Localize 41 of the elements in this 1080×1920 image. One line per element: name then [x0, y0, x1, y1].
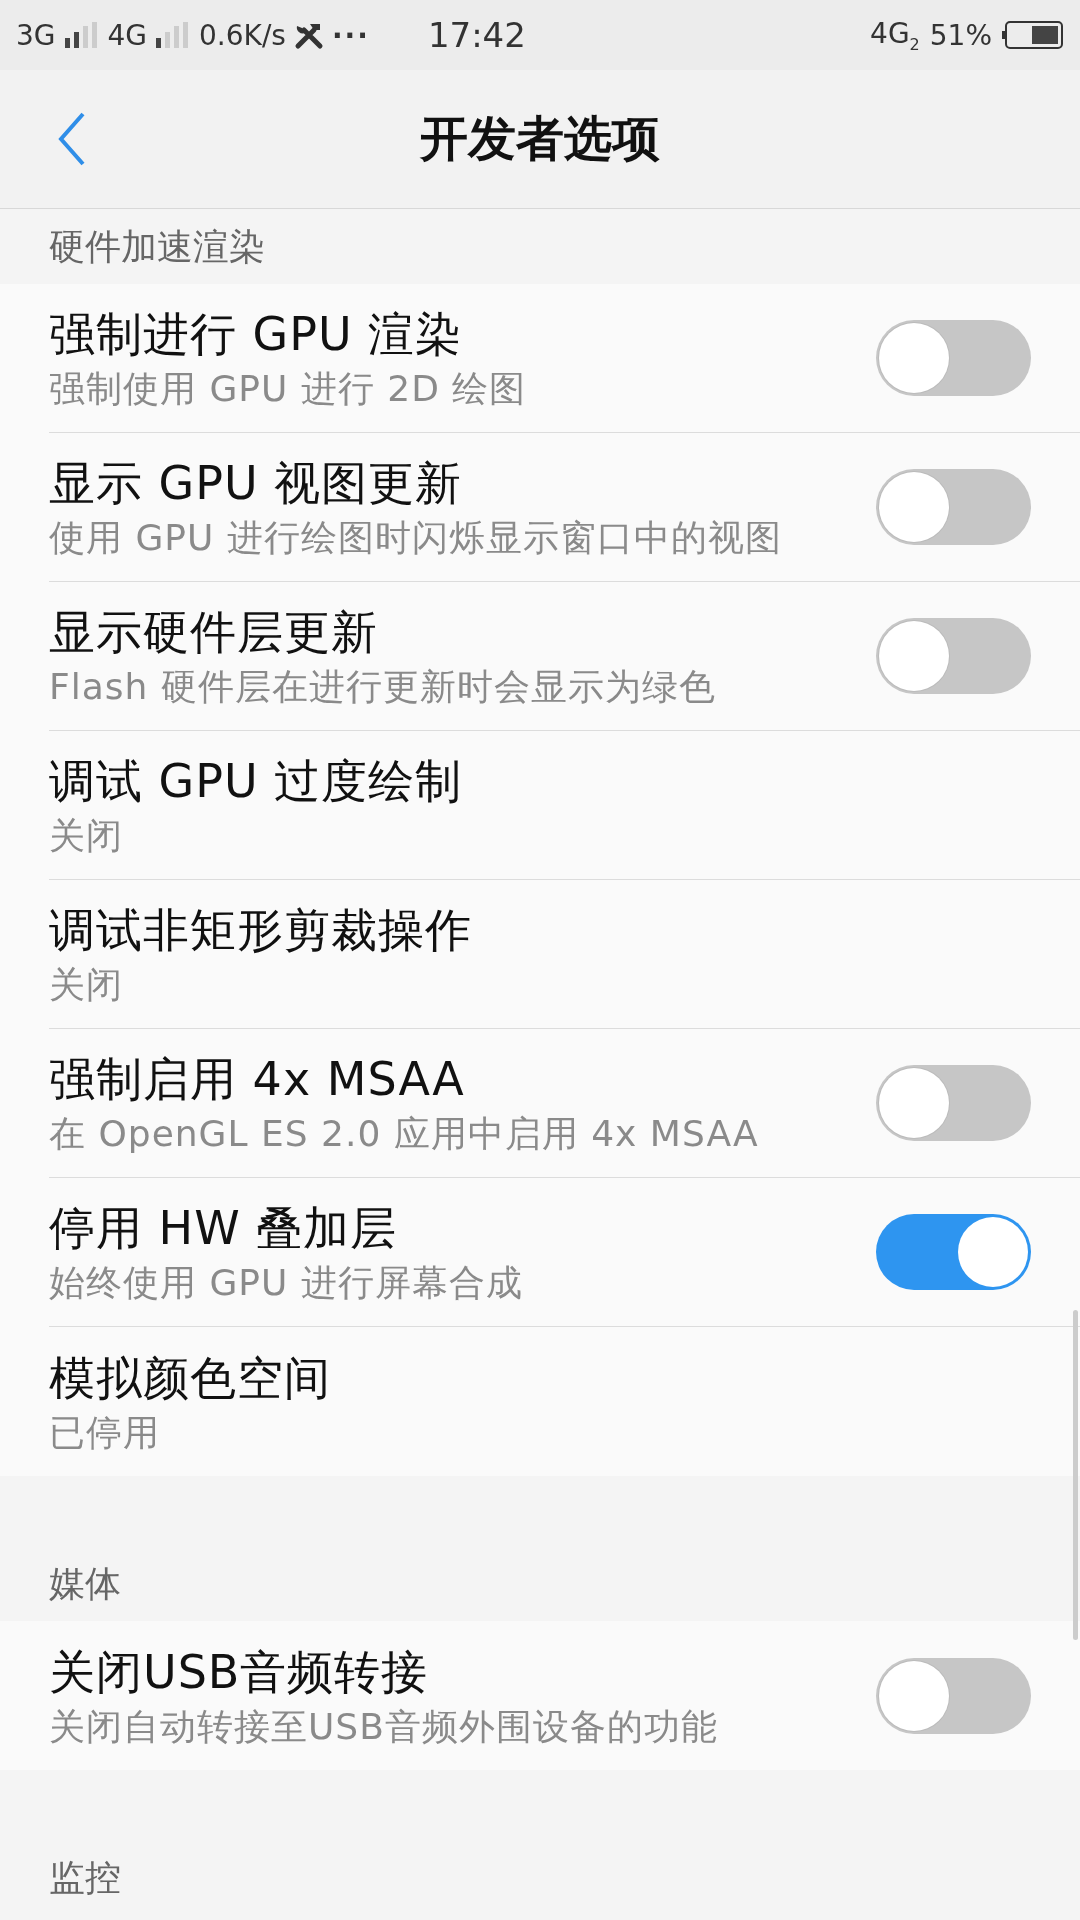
setting-summary: 强制使用 GPU 进行 2D 绘图 — [49, 367, 527, 411]
setting-title: 调试非矩形剪裁操作 — [49, 902, 472, 959]
page-title: 开发者选项 — [420, 109, 660, 168]
setting-summary: 已停用 — [49, 1410, 160, 1455]
setting-summary: 关闭 — [49, 814, 123, 858]
setting-summary: 关闭 — [49, 963, 123, 1007]
setting-title: 显示硬件层更新 — [49, 604, 378, 661]
setting-title: 模拟颜色空间 — [49, 1349, 331, 1407]
section-header: 媒体 — [49, 1562, 121, 1606]
signal-icon — [63, 22, 100, 48]
setting-summary: Flash 硬件层在进行更新时会显示为绿色 — [49, 665, 716, 709]
setting-title: 强制进行 GPU 渲染 — [49, 306, 463, 363]
settings-row[interactable]: 显示硬件层更新 Flash 硬件层在进行更新时会显示为绿色 — [49, 582, 1080, 731]
setting-title: 显示 GPU 视图更新 — [49, 455, 463, 512]
more-indicator: ··· — [331, 18, 370, 52]
settings-row[interactable]: 强制启用 4x MSAA 在 OpenGL ES 2.0 应用中启用 4x MSAA — [49, 1029, 1080, 1178]
clock: 17:42 — [427, 15, 526, 55]
network-label: 4G — [107, 18, 148, 52]
settings-row[interactable]: 强制进行 GPU 渲染 强制使用 GPU 进行 2D 绘图 — [49, 284, 1080, 433]
setting-title: 停用 HW 叠加层 — [49, 1200, 398, 1257]
back-icon[interactable] — [58, 112, 86, 166]
setting-summary: 在 OpenGL ES 2.0 应用中启用 4x MSAA — [49, 1112, 759, 1156]
network-speed: 0.6K/s — [199, 18, 286, 52]
network-label: 3G — [16, 18, 56, 52]
setting-title: 关闭USB音频转接 — [49, 1643, 429, 1701]
setting-summary: 关闭自动转接至USB音频外围设备的功能 — [49, 1704, 718, 1749]
settings-row[interactable]: 显示 GPU 视图更新 使用 GPU 进行绘图时闪烁显示窗口中的视图 — [49, 433, 1080, 582]
battery-percent: 51% — [929, 18, 992, 52]
settings-row[interactable]: 模拟颜色空间 已停用 — [49, 1327, 1080, 1476]
setting-title: 调试 GPU 过度绘制 — [49, 753, 463, 810]
settings-row[interactable]: 关闭USB音频转接 关闭自动转接至USB音频外围设备的功能 — [49, 1621, 1080, 1770]
section-header: 硬件加速渲染 — [49, 225, 265, 269]
setting-summary: 使用 GPU 进行绘图时闪烁显示窗口中的视图 — [49, 516, 782, 560]
settings-row[interactable]: 调试 GPU 过度绘制 关闭 — [49, 731, 1080, 880]
setting-summary: 始终使用 GPU 进行屏幕合成 — [49, 1261, 523, 1305]
setting-title: 强制启用 4x MSAA — [49, 1051, 465, 1108]
settings-row[interactable]: 停用 HW 叠加层 始终使用 GPU 进行屏幕合成 — [49, 1178, 1080, 1327]
battery-icon — [1002, 21, 1064, 49]
settings-row[interactable]: 调试非矩形剪裁操作 关闭 — [49, 880, 1080, 1029]
network-label: 4G$_{2}$ — [870, 16, 920, 54]
section-header: 监控 — [49, 1856, 121, 1900]
